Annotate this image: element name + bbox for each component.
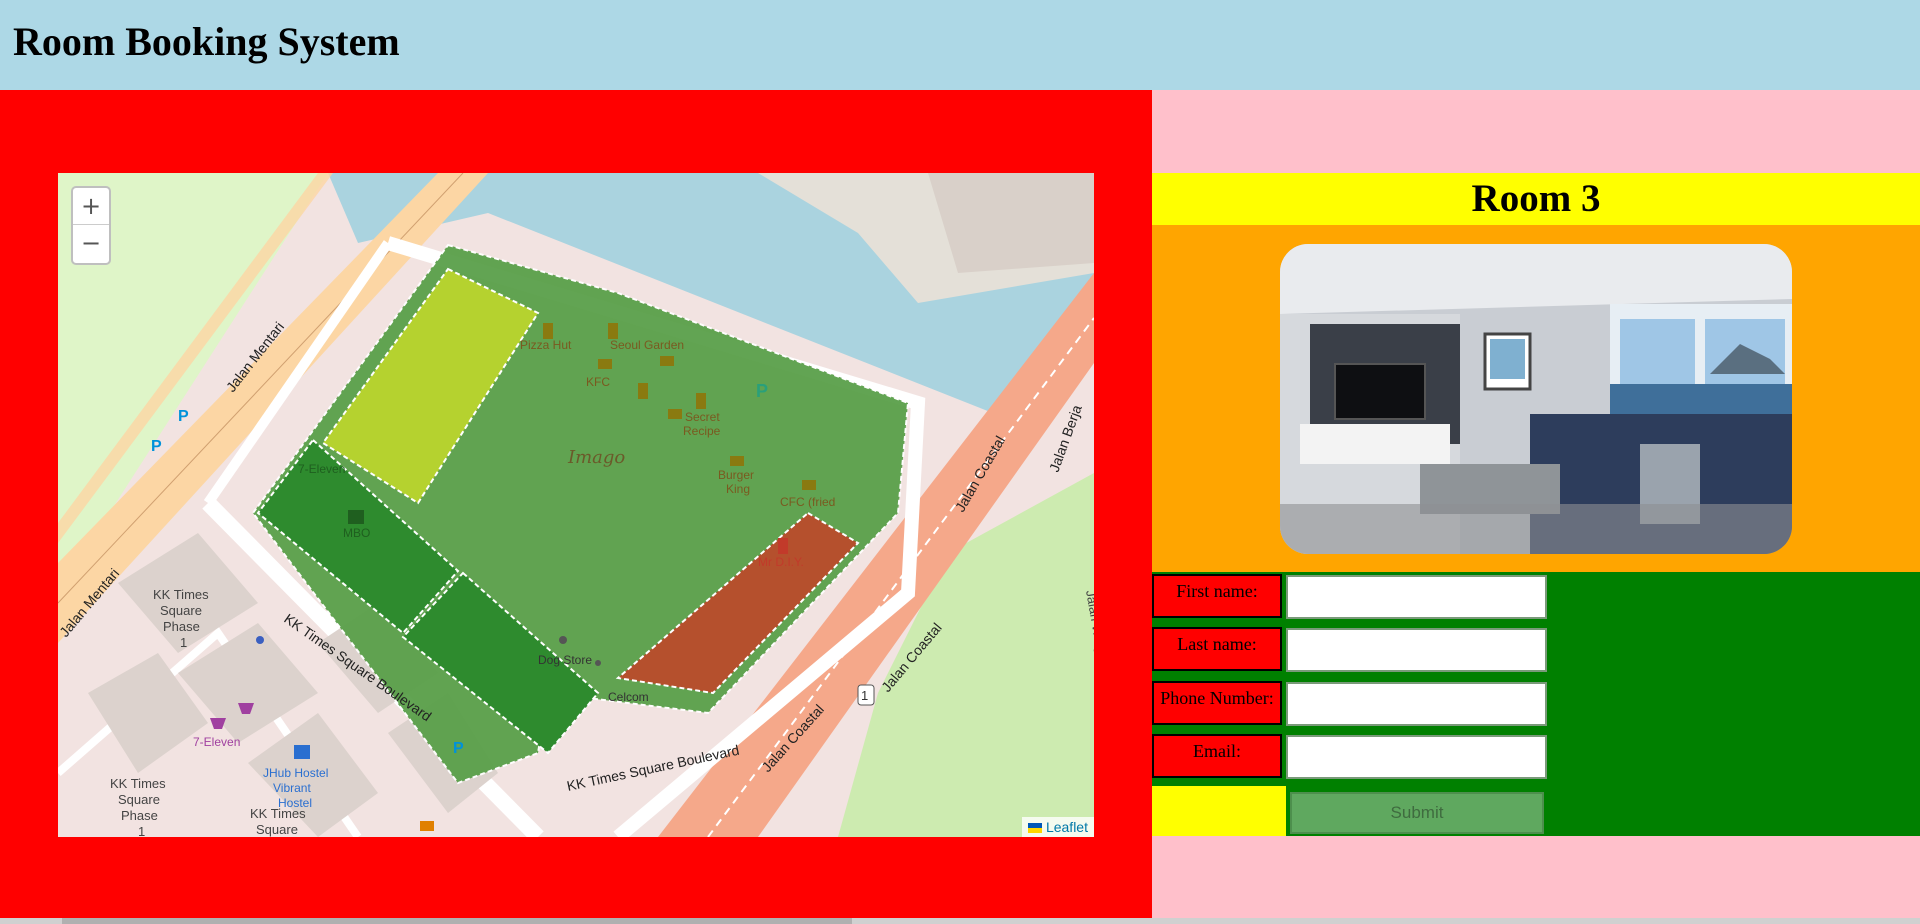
label-phase1-a-3: Phase [163, 619, 200, 634]
label-phase1-b-1: KK Times [110, 776, 166, 791]
label-phase1-a-4: 1 [180, 635, 187, 650]
parking-icon: P [178, 408, 189, 425]
label-phase1-a-1: KK Times [153, 587, 209, 602]
cafe-icon [420, 821, 434, 831]
room-panel: Room 3 First name: Last name: Phone Numb… [1152, 90, 1920, 918]
last-name-label: Last name: [1152, 627, 1282, 671]
label-secret-recipe-2: Recipe [683, 424, 721, 438]
zoom-in-button[interactable]: + [73, 188, 109, 225]
room-title-bar: Room 3 [1152, 173, 1920, 225]
label-phase1-b-3: Phase [121, 808, 158, 823]
horizontal-scrollbar[interactable] [0, 918, 1920, 924]
page-header: Room Booking System [0, 0, 1920, 90]
fastfood-icon [598, 359, 612, 369]
phone-row: Phone Number: [1152, 679, 1920, 726]
leaflet-link[interactable]: Leaflet [1046, 819, 1088, 835]
parking-icon: P [756, 381, 768, 401]
email-row: Email: [1152, 732, 1920, 779]
fastfood-icon [668, 409, 682, 419]
restaurant-icon [608, 323, 618, 339]
room-title: Room 3 [1471, 177, 1601, 220]
first-name-label: First name: [1152, 574, 1282, 618]
fastfood-icon [802, 480, 816, 490]
restaurant-icon [696, 393, 706, 409]
label-mbo: MBO [343, 526, 370, 540]
label-seoul-garden: Seoul Garden [610, 338, 684, 352]
label-phase1-b-2: Square [118, 792, 160, 807]
label-kk-times-c-2: Square [256, 822, 298, 837]
label-seven-eleven-2: 7-Eleven [193, 735, 240, 749]
celcom-icon [595, 660, 601, 666]
label-jhub-3: Hostel [278, 796, 312, 810]
booking-form: First name: Last name: Phone Number: Ema… [1152, 572, 1920, 836]
map-panel: Jalan Mentari Jalan Mentari Jalan Coasta… [0, 90, 1152, 918]
first-name-row: First name: [1152, 572, 1920, 619]
room-photo [1280, 244, 1792, 554]
phone-label: Phone Number: [1152, 681, 1282, 725]
ukraine-flag-icon [1027, 823, 1042, 833]
restaurant-icon [778, 538, 788, 554]
phone-input[interactable] [1286, 682, 1547, 726]
parking-icon: P [151, 438, 162, 455]
label-pizza-hut: Pizza Hut [520, 338, 572, 352]
submit-button[interactable]: Submit [1290, 792, 1544, 834]
poi-dot-icon [256, 636, 264, 644]
label-kfc: KFC [586, 375, 610, 389]
zoom-out-button[interactable]: − [73, 225, 109, 262]
label-jhub-1: JHub Hostel [263, 766, 328, 780]
cafe-icon [660, 356, 674, 366]
label-seven-eleven-1: 7-Eleven [298, 462, 345, 476]
label-phase1-a-2: Square [160, 603, 202, 618]
living-room-image [1280, 244, 1792, 554]
page-title: Room Booking System [13, 19, 400, 64]
label-mr-diy: Mr D.I.Y. [758, 555, 804, 569]
zoom-control: + − [71, 186, 111, 265]
map-tiles[interactable]: Jalan Mentari Jalan Mentari Jalan Coasta… [58, 173, 1094, 837]
email-label: Email: [1152, 734, 1282, 778]
parking-icon: P [453, 740, 464, 757]
map[interactable]: Jalan Mentari Jalan Mentari Jalan Coasta… [58, 173, 1094, 837]
dog-store-icon [559, 636, 567, 644]
restaurant-icon [543, 323, 553, 339]
fastfood-icon [730, 456, 744, 466]
submit-cell [1152, 786, 1286, 836]
first-name-input[interactable] [1286, 575, 1547, 619]
label-jhub-2: Vibrant [273, 781, 311, 795]
label-cfc: CFC (fried [780, 495, 835, 509]
label-celcom: Celcom [608, 690, 649, 704]
cinema-icon [348, 510, 364, 524]
route-shield-label: 1 [861, 688, 868, 703]
label-burger-king-2: King [726, 482, 750, 496]
label-phase1-b-4: 1 [138, 824, 145, 837]
label-secret-recipe-1: Secret [685, 410, 720, 424]
hostel-icon [294, 745, 310, 759]
label-dog-store: Dog Store [538, 653, 592, 667]
last-name-row: Last name: [1152, 625, 1920, 672]
photo-area [1152, 225, 1920, 572]
map-attribution: Leaflet [1021, 817, 1094, 837]
scrollbar-thumb[interactable] [62, 918, 852, 924]
restaurant-icon [638, 383, 648, 399]
label-imago: Imago [567, 447, 625, 468]
label-burger-king-1: Burger [718, 468, 754, 482]
email-input[interactable] [1286, 735, 1547, 779]
last-name-input[interactable] [1286, 628, 1547, 672]
